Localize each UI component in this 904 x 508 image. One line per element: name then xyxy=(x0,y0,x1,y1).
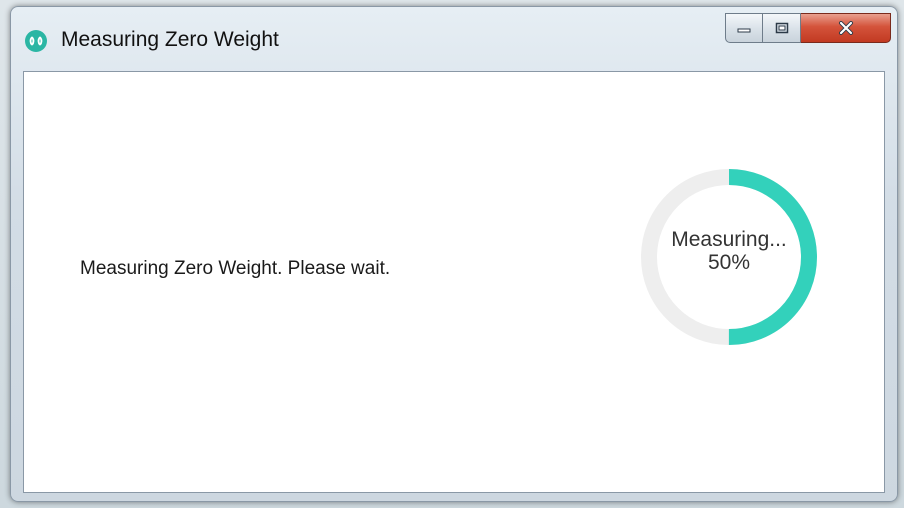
progress-label: Measuring... 50% xyxy=(634,228,824,274)
maximize-button[interactable] xyxy=(763,13,801,43)
circular-progress: Measuring... 50% xyxy=(634,162,824,352)
maximize-icon xyxy=(775,22,788,34)
title-bar[interactable]: Measuring Zero Weight xyxy=(11,7,897,69)
dialog-content: Measuring Zero Weight. Please wait. Meas… xyxy=(23,71,885,493)
window-title: Measuring Zero Weight xyxy=(61,28,279,51)
maxim-logo-icon xyxy=(25,30,47,52)
wait-message: Measuring Zero Weight. Please wait. xyxy=(80,258,391,279)
progress-percent-text: 50% xyxy=(707,251,751,274)
caption-buttons xyxy=(725,13,891,43)
dialog-window: Measuring Zero Weight Measuring Zero Wei… xyxy=(10,6,898,502)
progress-status-text: Measuring... xyxy=(671,228,787,251)
minimize-button[interactable] xyxy=(725,13,763,43)
close-icon xyxy=(838,21,853,35)
close-button[interactable] xyxy=(801,13,891,43)
minimize-icon xyxy=(737,28,751,33)
